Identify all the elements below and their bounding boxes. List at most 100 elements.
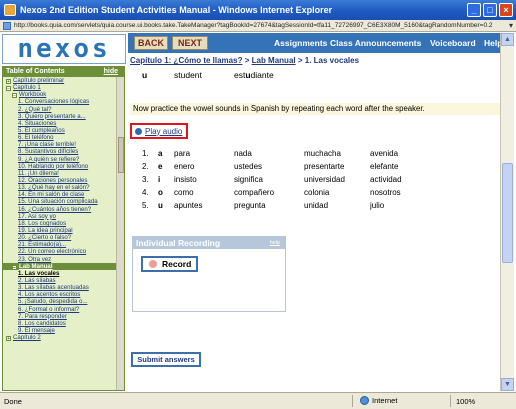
toc-item[interactable]: 23. Otra vez (3, 256, 116, 263)
nav-voiceboard[interactable]: Voiceboard (430, 38, 476, 48)
toc-item[interactable]: 1. Conversaciones lógicas (3, 98, 116, 105)
toc-item-label[interactable]: 14. En mi salón de clase (18, 191, 84, 198)
toc-item-label[interactable]: 8. Los candidatos (18, 320, 66, 327)
toc-item-label[interactable]: 21. Estimado(a)... (18, 241, 66, 248)
toc-item-label[interactable]: 2. ¿Qué tal? (18, 106, 52, 113)
url-field[interactable]: http://books.quia.com/servlets/quia.cour… (14, 22, 506, 29)
submit-answers-button[interactable]: Submit answers (131, 352, 201, 367)
toc-item-label[interactable]: Workbook (19, 91, 46, 98)
record-button[interactable]: Record (141, 256, 198, 272)
toc-item[interactable]: − Workbook (3, 91, 116, 98)
toc-item-label[interactable]: Capítulo 1 (13, 84, 41, 91)
toc-item[interactable]: 5. ¡Saludo, despedida o... (3, 298, 116, 305)
nav-class-announcements[interactable]: Class Announcements (330, 38, 421, 48)
collapse-icon[interactable]: − (6, 86, 11, 91)
toc-item-label[interactable]: 6. ¿Formal o informal? (18, 306, 79, 313)
toc-item[interactable]: 4. Situaciones (3, 120, 116, 127)
collapse-icon[interactable]: − (12, 264, 17, 270)
toc-item[interactable]: 20. ¿Cierto o falso? (3, 234, 116, 241)
toc-item-label[interactable]: 16. ¿Cuántos años tienen? (18, 206, 91, 213)
play-audio-button[interactable]: Play audio (130, 123, 188, 139)
toc-item[interactable]: 5. El cumpleaños (3, 127, 116, 134)
toc-item-label[interactable]: 20. ¿Cierto o falso? (18, 234, 71, 241)
toc-item-label[interactable]: 13. ¿Qué hay en el salón? (18, 184, 89, 191)
toc-item-label[interactable]: 2. Las sílabas (18, 277, 56, 284)
toc-item-label[interactable]: 12. Oraciones personales (18, 177, 87, 184)
toc-item-label[interactable]: 19. La idea principal (18, 227, 73, 234)
toc-item[interactable]: 18. Los cognados (3, 220, 116, 227)
toc-item-label[interactable]: 17. Así soy yo (18, 213, 56, 220)
toc-item[interactable]: 8. Sustantivos difíciles (3, 148, 116, 155)
toc-item-label[interactable]: 7. Para responder (18, 313, 67, 320)
back-button[interactable]: BACK (134, 36, 168, 50)
toc-item-label[interactable]: 3. Las sílabas acentuadas (18, 284, 89, 291)
toc-item-label[interactable]: 4. Situaciones (18, 120, 56, 127)
toc-item[interactable]: 12. Oraciones personales (3, 177, 116, 184)
toc-item-label[interactable]: 9. El mensaje (18, 327, 55, 334)
toc-item[interactable]: 14. En mi salón de clase (3, 191, 116, 198)
breadcrumb-chapter[interactable]: Capítulo 1: ¿Cómo te llamas? (130, 56, 242, 65)
toc-item[interactable]: 3. Quiero presentarte a... (3, 113, 116, 120)
toc-item[interactable]: 1. Las vocales (3, 270, 116, 277)
toc-item-label[interactable]: 22. Un correo electrónico (18, 248, 86, 255)
scroll-up-icon[interactable]: ▲ (501, 33, 514, 46)
toc-item[interactable]: 2. Las sílabas (3, 277, 116, 284)
toc-item[interactable]: − Lab Manual (3, 262, 116, 270)
toc-item-label[interactable]: 5. ¡Saludo, despedida o... (18, 298, 87, 305)
page-scroll-thumb[interactable] (502, 163, 513, 263)
toc-item[interactable]: + Capítulo preliminar (3, 77, 116, 84)
play-audio-label[interactable]: Play audio (145, 127, 182, 136)
maximize-button[interactable]: □ (483, 3, 497, 17)
toc-item-label[interactable]: 6. El teléfono (18, 134, 54, 141)
toc-item[interactable]: 22. Un correo electrónico (3, 248, 116, 255)
expand-icon[interactable]: + (6, 336, 11, 341)
next-button[interactable]: NEXT (172, 36, 208, 50)
toc-item[interactable]: 6. El teléfono (3, 134, 116, 141)
toc-item[interactable]: 17. Así soy yo (3, 213, 116, 220)
recording-help-link[interactable]: help (270, 237, 280, 249)
toc-item[interactable]: 10. Hablando por teléfono (3, 163, 116, 170)
toc-item[interactable]: 4. Los acentos escritos (3, 291, 116, 298)
toc-item[interactable]: 9. ¿A quién se refiere? (3, 156, 116, 163)
toc-item-label[interactable]: 18. Los cognados (18, 220, 66, 227)
toc-item[interactable]: 13. ¿Qué hay en el salón? (3, 184, 116, 191)
toc-item[interactable]: 6. ¿Formal o informal? (3, 306, 116, 313)
toc-item[interactable]: 7. ¡Una clase terrible! (3, 141, 116, 148)
zoom-level[interactable]: 100% (456, 397, 475, 406)
toc-item-label[interactable]: 8. Sustantivos difíciles (18, 148, 78, 155)
toc-item[interactable]: 15. Una situación complicada (3, 198, 116, 205)
toc-item-label[interactable]: 9. ¿A quién se refiere? (18, 156, 79, 163)
toc-item[interactable]: 11. ¡Un dilema! (3, 170, 116, 177)
nav-assignments[interactable]: Assignments (274, 38, 327, 48)
page-scrollbar[interactable]: ▲ ▼ (500, 33, 514, 391)
toc-item[interactable]: + Capítulo 2 (3, 334, 116, 341)
toc-item-label[interactable]: 11. ¡Un dilema! (18, 170, 59, 177)
toc-scrollbar[interactable] (116, 77, 124, 390)
toc-item-label[interactable]: 15. Una situación complicada (18, 198, 98, 205)
toc-item-label[interactable]: 5. El cumpleaños (18, 127, 65, 134)
toc-scroll-thumb[interactable] (118, 137, 124, 173)
toc-item[interactable]: − Capítulo 1 (3, 84, 116, 91)
toc-item-label[interactable]: Lab Manual (19, 263, 53, 270)
toc-item[interactable]: 9. El mensaje (3, 327, 116, 334)
toc-item[interactable]: 8. Los candidatos (3, 320, 116, 327)
collapse-icon[interactable]: − (12, 93, 17, 98)
toc-item-label[interactable]: Capítulo preliminar (13, 77, 64, 84)
address-bar[interactable]: http://books.quia.com/servlets/quia.cour… (0, 20, 516, 32)
toc-item[interactable]: 7. Para responder (3, 313, 116, 320)
toc-item[interactable]: 2. ¿Qué tal? (3, 106, 116, 113)
toc-item[interactable]: 16. ¿Cuántos años tienen? (3, 206, 116, 213)
toc-item-label[interactable]: 10. Hablando por teléfono (18, 163, 88, 170)
toc-item-label[interactable]: 1. Conversaciones lógicas (18, 98, 89, 105)
toc-item[interactable]: 3. Las sílabas acentuadas (3, 284, 116, 291)
dropdown-arrow-icon[interactable]: ▾ (506, 21, 516, 31)
toc-item-label[interactable]: Capítulo 2 (13, 334, 41, 341)
close-button[interactable]: × (499, 3, 513, 17)
toc-item-label[interactable]: 4. Los acentos escritos (18, 291, 80, 298)
toc-item-label[interactable]: 1. Las vocales (18, 270, 59, 277)
minimize-button[interactable]: _ (467, 3, 481, 17)
toc-item[interactable]: 19. La idea principal (3, 227, 116, 234)
breadcrumb-lab-manual[interactable]: Lab Manual (252, 56, 296, 65)
toc-item-label[interactable]: 23. Otra vez (18, 256, 51, 263)
toc-hide-link[interactable]: hide (104, 67, 118, 77)
